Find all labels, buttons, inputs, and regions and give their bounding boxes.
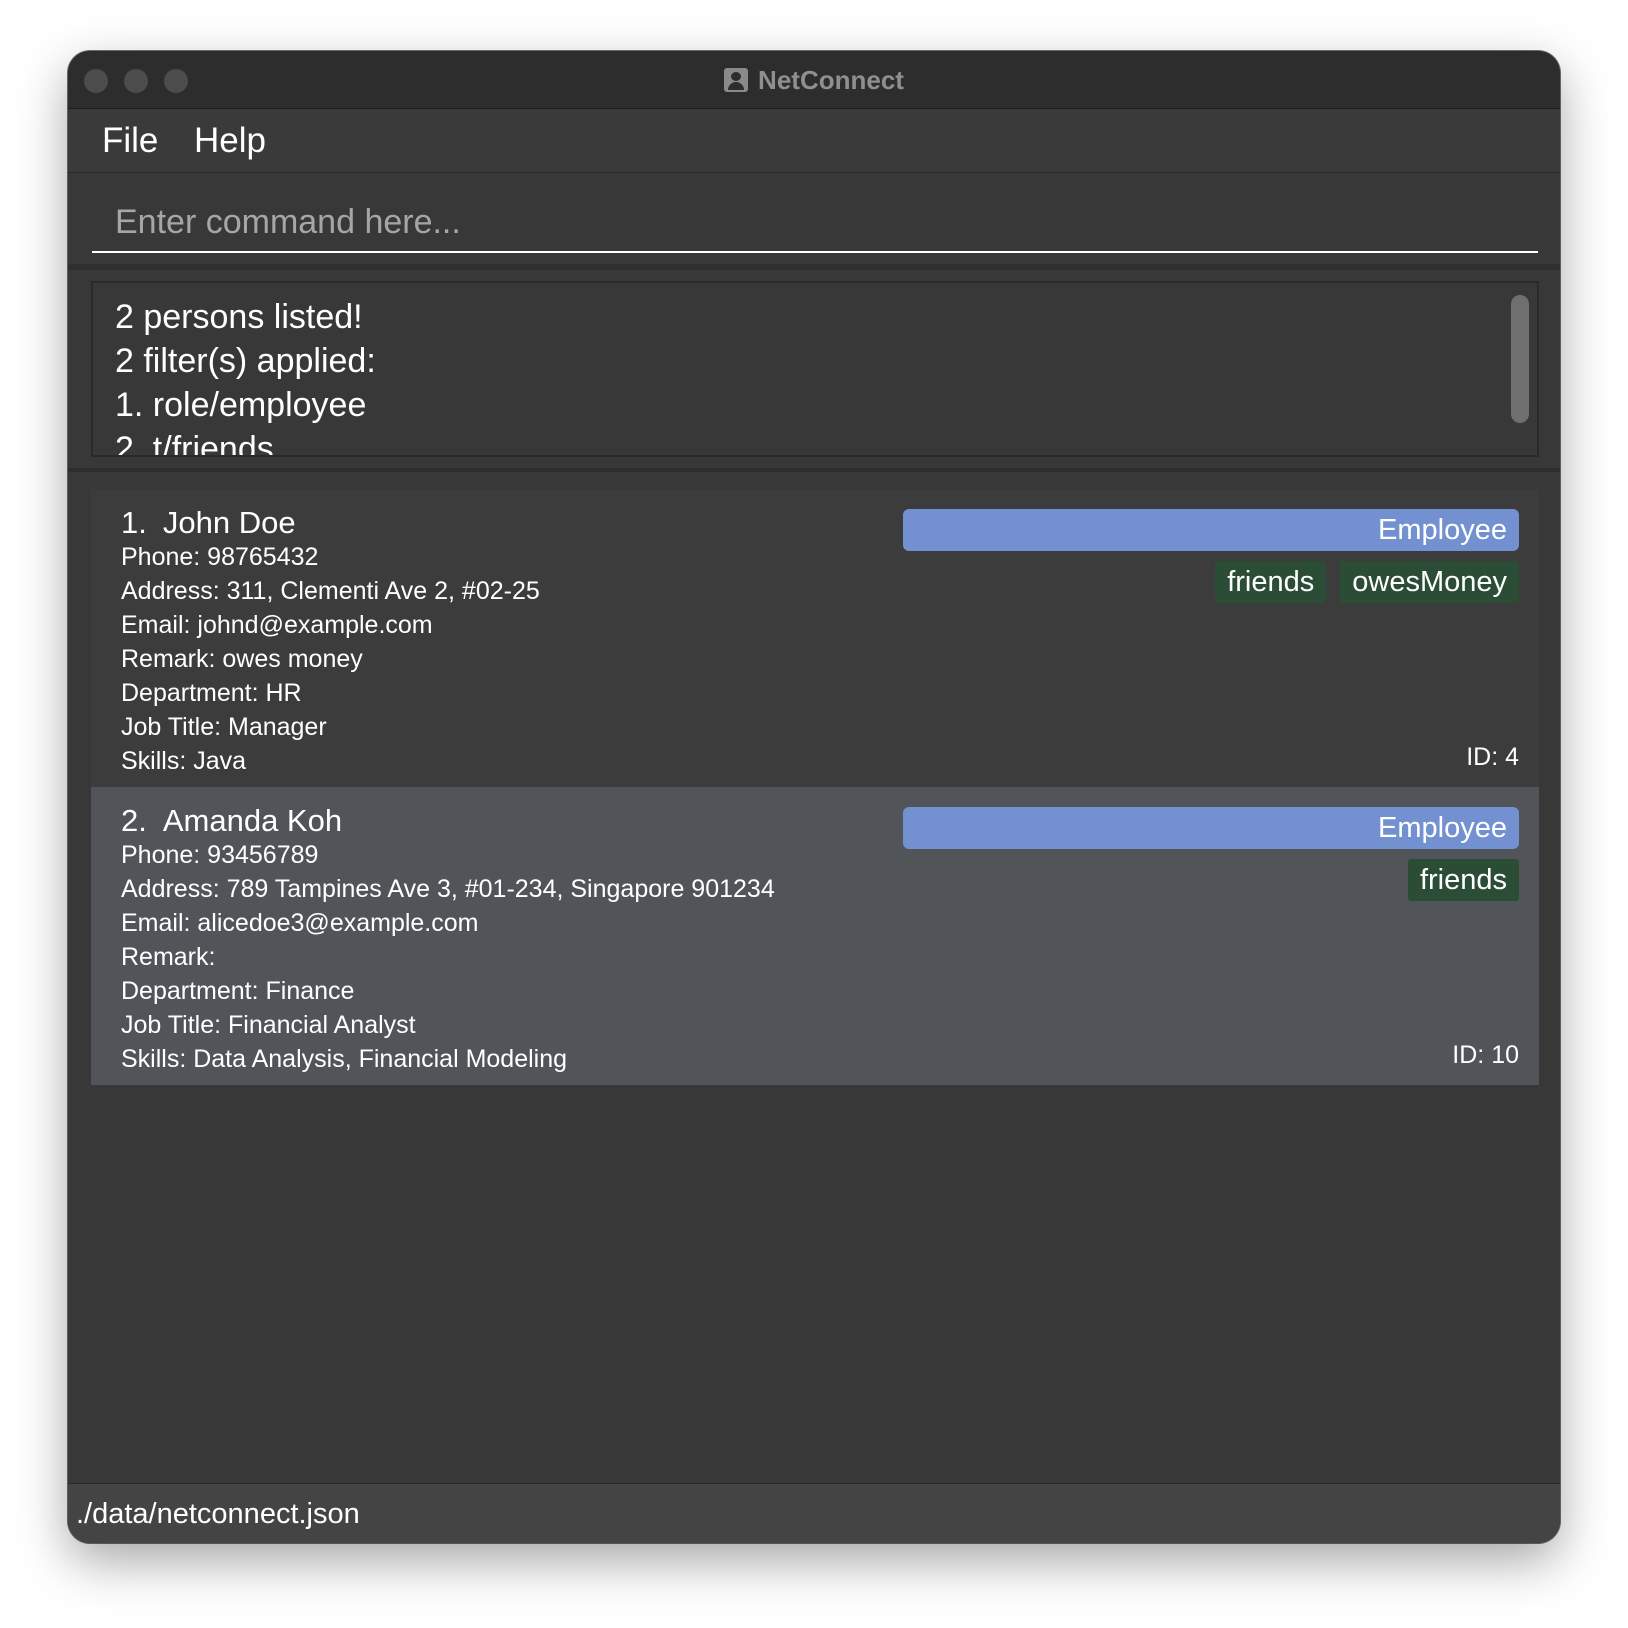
person-email: Email: alicedoe3@example.com <box>121 909 479 937</box>
window-title: NetConnect <box>758 64 904 95</box>
menu-help[interactable]: Help <box>194 119 266 163</box>
result-line: 2 filter(s) applied: <box>115 342 376 380</box>
status-file-path: ./data/netconnect.json <box>76 1498 360 1530</box>
person-department: Department: HR <box>121 679 302 707</box>
person-remark: Remark: <box>121 943 216 971</box>
divider <box>68 264 1560 270</box>
divider <box>68 468 1560 472</box>
person-name: John Doe <box>162 505 296 540</box>
menu-file[interactable]: File <box>102 119 158 163</box>
title-bar[interactable]: NetConnect <box>68 51 1560 109</box>
person-skills: Skills: Java <box>121 747 247 775</box>
menu-bar: File Help <box>68 109 1560 173</box>
result-scrollbar[interactable] <box>1511 295 1529 423</box>
result-line: 2 persons listed! <box>115 298 363 336</box>
result-display[interactable]: 2 persons listed! 2 filter(s) applied: 1… <box>91 281 1539 457</box>
person-job-title: Job Title: Financial Analyst <box>121 1011 416 1039</box>
result-line: 1. role/employee <box>115 386 367 424</box>
person-email: Email: johnd@example.com <box>121 611 433 639</box>
person-list: 1. John Doe Phone: 98765432 Address: 311,… <box>91 489 1539 1469</box>
person-remark: Remark: owes money <box>121 645 363 673</box>
window-title-group: NetConnect <box>68 51 1560 109</box>
tag-list: friends owesMoney <box>1215 561 1519 603</box>
person-skills: Skills: Data Analysis, Financial Modelin… <box>121 1045 568 1073</box>
person-job-title: Job Title: Manager <box>121 713 327 741</box>
role-badge: Employee <box>903 509 1519 551</box>
person-name: Amanda Koh <box>162 803 343 838</box>
tag-badge: owesMoney <box>1340 561 1519 603</box>
person-phone: Phone: 98765432 <box>121 543 319 571</box>
person-name-row: 2. Amanda Koh <box>121 801 342 841</box>
tag-badge: friends <box>1215 561 1327 603</box>
result-line: 2. t/friends <box>115 430 274 457</box>
person-id: ID: 4 <box>1466 743 1519 771</box>
person-card-selected[interactable]: 2. Amanda Koh Phone: 93456789 Address: 78… <box>91 787 1539 1085</box>
tag-list: friends <box>1407 859 1519 901</box>
person-id: ID: 10 <box>1452 1041 1519 1069</box>
person-address: Address: 311, Clementi Ave 2, #02-25 <box>121 577 540 605</box>
app-window: NetConnect File Help 2 persons listed! 2… <box>68 51 1560 1543</box>
person-index: 1. <box>121 505 147 540</box>
command-input[interactable] <box>92 193 1538 253</box>
result-text: 2 persons listed! 2 filter(s) applied: 1… <box>115 295 376 457</box>
person-name-row: 1. John Doe <box>121 503 296 543</box>
person-card[interactable]: 1. John Doe Phone: 98765432 Address: 311,… <box>91 489 1539 787</box>
person-department: Department: Finance <box>121 977 355 1005</box>
tag-badge: friends <box>1407 859 1519 901</box>
contact-card-icon <box>724 68 749 92</box>
person-address: Address: 789 Tampines Ave 3, #01-234, Si… <box>121 875 775 903</box>
person-phone: Phone: 93456789 <box>121 841 319 869</box>
role-badge: Employee <box>903 807 1519 849</box>
person-index: 2. <box>121 803 147 838</box>
status-bar: ./data/netconnect.json <box>68 1483 1560 1543</box>
